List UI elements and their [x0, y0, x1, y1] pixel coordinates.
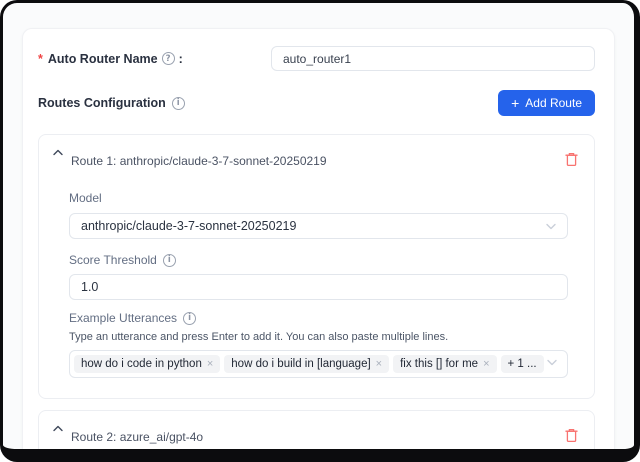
- utterances-hint: Type an utterance and press Enter to add…: [69, 331, 568, 343]
- model-label: Model: [69, 191, 568, 205]
- label-colon: :: [179, 52, 183, 66]
- routes-config-label-text: Routes Configuration: [38, 96, 166, 110]
- info-icon[interactable]: i: [163, 254, 176, 267]
- overflow-count-text: + 1 ...: [508, 358, 537, 370]
- collapse-chevron-up-icon[interactable]: [51, 423, 65, 434]
- example-utterances-label: Example Utterances i: [69, 311, 568, 325]
- route-1-body: Model anthropic/claude-3-7-sonnet-202502…: [69, 191, 568, 378]
- routes-config-label: Routes Configuration i: [38, 96, 185, 110]
- model-select-value: anthropic/claude-3-7-sonnet-20250219: [81, 219, 296, 233]
- example-utterances-label-text: Example Utterances: [69, 311, 177, 325]
- utterance-tag: how do i build in [language] ×: [224, 355, 389, 373]
- chevron-down-icon: [546, 223, 556, 230]
- route-card-2: Route 2: azure_ai/gpt-4o: [38, 410, 595, 462]
- plus-icon: +: [511, 96, 519, 110]
- delete-route-trash-icon[interactable]: [565, 428, 578, 443]
- info-icon[interactable]: i: [172, 97, 185, 110]
- info-icon[interactable]: i: [183, 312, 196, 325]
- route-1-title: Route 1: anthropic/claude-3-7-sonnet-202…: [71, 154, 327, 168]
- score-threshold-label-text: Score Threshold: [69, 253, 157, 267]
- chevron-down-icon: [547, 359, 557, 366]
- collapse-chevron-up-icon[interactable]: [51, 147, 65, 158]
- model-select[interactable]: anthropic/claude-3-7-sonnet-20250219: [69, 213, 568, 239]
- model-label-text: Model: [69, 191, 102, 205]
- delete-route-trash-icon[interactable]: [565, 152, 578, 167]
- add-route-button-label: Add Route: [525, 96, 582, 110]
- remove-tag-icon[interactable]: ×: [207, 358, 213, 370]
- remove-tag-icon[interactable]: ×: [483, 358, 489, 370]
- auto-router-name-label-text: Auto Router Name: [48, 52, 158, 66]
- score-threshold-label: Score Threshold i: [69, 253, 568, 267]
- utterance-tag: how do i code in python ×: [74, 355, 220, 373]
- route-2-title: Route 2: azure_ai/gpt-4o: [71, 430, 203, 444]
- utterance-tag-text: how do i build in [language]: [231, 358, 370, 370]
- auto-router-name-input[interactable]: [271, 46, 595, 71]
- auto-router-form: * Auto Router Name ? : Routes Configurat…: [22, 28, 615, 462]
- route-1-header: Route 1: anthropic/claude-3-7-sonnet-202…: [51, 146, 578, 168]
- window-frame: * Auto Router Name ? : Routes Configurat…: [0, 0, 640, 462]
- app-window: * Auto Router Name ? : Routes Configurat…: [0, 0, 640, 462]
- utterances-multiselect[interactable]: how do i code in python × how do i build…: [69, 350, 568, 378]
- help-icon[interactable]: ?: [162, 52, 175, 65]
- name-row: * Auto Router Name ? :: [38, 46, 595, 71]
- overflow-count-tag[interactable]: + 1 ...: [501, 355, 544, 373]
- remove-tag-icon[interactable]: ×: [376, 358, 382, 370]
- auto-router-name-label: * Auto Router Name ? :: [38, 52, 271, 66]
- utterance-tag-text: fix this [] for me: [400, 358, 478, 370]
- utterance-tag-text: how do i code in python: [81, 358, 202, 370]
- routes-config-row: Routes Configuration i + Add Route: [38, 90, 595, 116]
- score-threshold-input[interactable]: [69, 274, 568, 300]
- add-route-button[interactable]: + Add Route: [498, 90, 595, 116]
- required-asterisk: *: [38, 52, 43, 66]
- utterance-tag: fix this [] for me ×: [393, 355, 496, 373]
- route-2-header: Route 2: azure_ai/gpt-4o: [51, 422, 578, 444]
- route-card-1: Route 1: anthropic/claude-3-7-sonnet-202…: [38, 134, 595, 399]
